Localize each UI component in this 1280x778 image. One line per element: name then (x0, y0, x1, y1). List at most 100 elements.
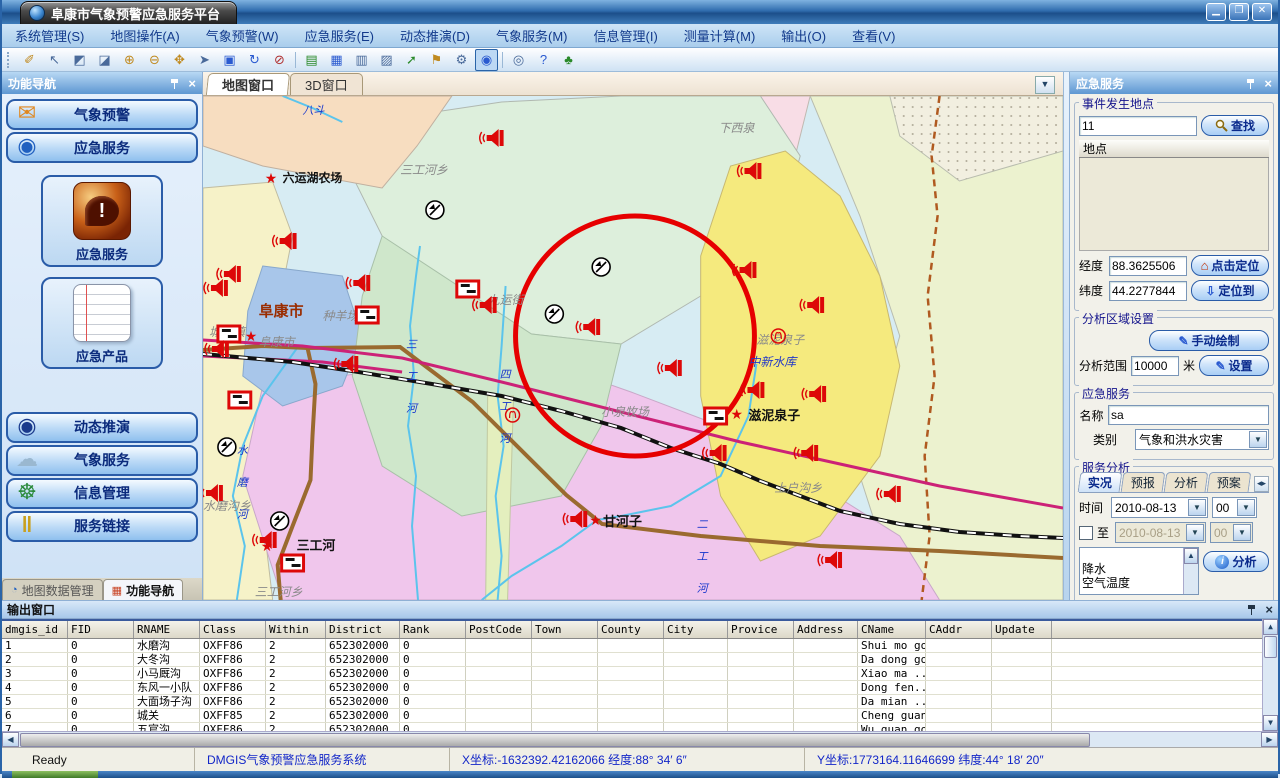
nav-button-服务链接[interactable]: ‖服务链接 (6, 511, 198, 542)
table-row[interactable]: 40东风一小队OXFF8626523020000Dong fen... (2, 681, 1262, 695)
close-icon[interactable]: × (1264, 78, 1272, 89)
big-button-应急产品[interactable]: 应急产品 (41, 277, 163, 369)
nav-button-信息管理[interactable]: ☸信息管理 (6, 478, 198, 509)
column-header-City[interactable]: City (664, 621, 728, 638)
search-button[interactable]: 查找 (1201, 115, 1269, 136)
table-row[interactable]: 10水磨沟OXFF8626523020000Shui mo gou (2, 639, 1262, 653)
zoom-rate-icon[interactable]: ⊘ (268, 49, 291, 71)
element-list-item[interactable]: 空气温度 (1082, 576, 1198, 590)
table-row[interactable]: 70五官沟OXFF8626523020000Wu guan gou (2, 723, 1262, 731)
weather-station-icon[interactable] (545, 305, 563, 323)
nav-button-气象服务[interactable]: ☁气象服务 (6, 445, 198, 476)
menu-item-0[interactable]: 系统管理(S) (2, 24, 97, 47)
weather-station-icon[interactable] (426, 201, 444, 219)
restore-button[interactable]: ❐ (1229, 3, 1249, 21)
place-list-header[interactable]: 地点 (1079, 140, 1269, 158)
column-header-PostCode[interactable]: PostCode (466, 621, 532, 638)
print-icon[interactable]: ▥ (350, 49, 373, 71)
print-setup-icon[interactable]: ▨ (375, 49, 398, 71)
zoom-in-icon[interactable]: ⊕ (118, 49, 141, 71)
column-header-Address[interactable]: Address (794, 621, 858, 638)
select-rect-icon[interactable]: ◩ (68, 49, 91, 71)
scroll-left-icon[interactable]: ◀ (2, 732, 19, 747)
flag-marker-icon[interactable] (229, 392, 251, 408)
column-header-Rank[interactable]: Rank (400, 621, 466, 638)
column-header-FID[interactable]: FID (68, 621, 134, 638)
placemark-icon[interactable]: ⚑ (425, 49, 448, 71)
minimize-button[interactable]: ▁ (1206, 3, 1226, 21)
date-select[interactable]: 2010-08-13▼ (1111, 497, 1208, 518)
measure-icon[interactable]: ✐ (18, 49, 41, 71)
menu-item-8[interactable]: 输出(O) (768, 24, 839, 47)
column-header-Provice[interactable]: Provice (728, 621, 794, 638)
vertical-scrollbar[interactable]: ▲ ▼ (1262, 619, 1278, 731)
flag-marker-icon[interactable] (356, 307, 378, 323)
column-header-Within[interactable]: Within (266, 621, 326, 638)
column-header-RNAME[interactable]: RNAME (134, 621, 200, 638)
nav-button-气象预警[interactable]: ✉气象预警 (6, 99, 198, 130)
manual-draw-button[interactable]: ✎ 手动绘制 (1149, 330, 1269, 351)
pin-icon[interactable] (1246, 604, 1257, 615)
menu-item-9[interactable]: 查看(V) (839, 24, 908, 47)
scroll-up-icon[interactable]: ▲ (1263, 619, 1278, 635)
to-checkbox[interactable] (1079, 526, 1093, 540)
table-row[interactable]: 20大冬沟OXFF8626523020000Da dong gou (2, 653, 1262, 667)
locate-to-button[interactable]: ⇩ 定位到 (1191, 280, 1269, 301)
scroll-right-icon[interactable]: ▶ (1261, 732, 1278, 747)
panel-tab-功能导航[interactable]: ▦功能导航 (103, 579, 183, 600)
table-row[interactable]: 60城关OXFF8526523020000Cheng guan (2, 709, 1262, 723)
globe-service-icon[interactable]: ◉ (475, 49, 498, 71)
click-locate-button[interactable]: ⌂ 点击定位 (1191, 255, 1269, 276)
tab-list-dropdown[interactable]: ▼ (1035, 76, 1055, 94)
table-row[interactable]: 30小马厩沟OXFF8626523020000Xiao ma ... (2, 667, 1262, 681)
menu-item-4[interactable]: 动态推演(D) (387, 24, 483, 47)
hour-select[interactable]: 00▼ (1212, 497, 1257, 518)
weather-station-icon[interactable] (271, 512, 289, 530)
column-header-dmgis_id[interactable]: dmgis_id (2, 621, 68, 638)
pin-icon[interactable] (1245, 78, 1256, 89)
help-icon[interactable]: ? (532, 49, 555, 71)
zoom-out-icon[interactable]: ⊖ (143, 49, 166, 71)
analysis-tab-预案[interactable]: 预案 (1207, 472, 1252, 492)
refresh-icon[interactable]: ↻ (243, 49, 266, 71)
analysis-tab-预报[interactable]: 预报 (1121, 472, 1166, 492)
menu-item-3[interactable]: 应急服务(E) (292, 24, 387, 47)
place-list[interactable] (1079, 158, 1269, 251)
set-range-button[interactable]: ✎ 设置 (1199, 355, 1269, 376)
pin-icon[interactable] (169, 78, 180, 89)
settings-gear-icon[interactable]: ⚙ (450, 49, 473, 71)
location-search-input[interactable] (1079, 116, 1197, 136)
toolbar-grip[interactable] (7, 52, 14, 68)
element-list-item[interactable]: 降水 (1082, 562, 1198, 576)
menu-item-2[interactable]: 气象预警(W) (193, 24, 292, 47)
nav-button-应急服务[interactable]: ◉应急服务 (6, 132, 198, 163)
menu-item-6[interactable]: 信息管理(I) (581, 24, 671, 47)
swipe-eye-icon[interactable]: ◎ (507, 49, 530, 71)
service-name-input[interactable] (1108, 405, 1269, 425)
lon-input[interactable] (1109, 256, 1187, 276)
column-header-Class[interactable]: Class (200, 621, 266, 638)
column-header-Update[interactable]: Update (992, 621, 1052, 638)
close-icon[interactable]: × (1265, 604, 1273, 615)
panel-tab-地图数据管理[interactable]: ◔地图数据管理 (2, 579, 103, 600)
date2-select[interactable]: 2010-08-13▼ (1115, 522, 1206, 543)
column-header-County[interactable]: County (598, 621, 664, 638)
big-button-应急服务[interactable]: !应急服务 (41, 175, 163, 267)
element-list[interactable]: 降水空气温度 ▲ (1079, 547, 1199, 595)
flag-marker-icon[interactable] (218, 326, 240, 342)
select-feature-icon[interactable]: ➚ (400, 49, 423, 71)
layers-icon[interactable]: ▤ (300, 49, 323, 71)
table-row[interactable]: 50大面场子沟OXFF8626523020000Da mian ... (2, 695, 1262, 709)
map-tab-地图窗口[interactable]: 地图窗口 (206, 73, 290, 95)
map-tab-3D窗口[interactable]: 3D窗口 (290, 73, 363, 95)
menu-item-5[interactable]: 气象服务(M) (483, 24, 581, 47)
output-table[interactable]: dmgis_idFIDRNAMEClassWithinDistrictRankP… (2, 619, 1262, 731)
horizontal-scrollbar[interactable]: ◀ ▶ (2, 731, 1278, 747)
column-header-CName[interactable]: CName (858, 621, 926, 638)
export-map-icon[interactable]: ▦ (325, 49, 348, 71)
tree-view-icon[interactable]: ♣ (557, 49, 580, 71)
select-polygon-icon[interactable]: ◪ (93, 49, 116, 71)
column-header-Town[interactable]: Town (532, 621, 598, 638)
service-type-select[interactable]: 气象和洪水灾害 ▼ (1135, 429, 1269, 450)
scroll-down-icon[interactable]: ▼ (1263, 715, 1278, 731)
